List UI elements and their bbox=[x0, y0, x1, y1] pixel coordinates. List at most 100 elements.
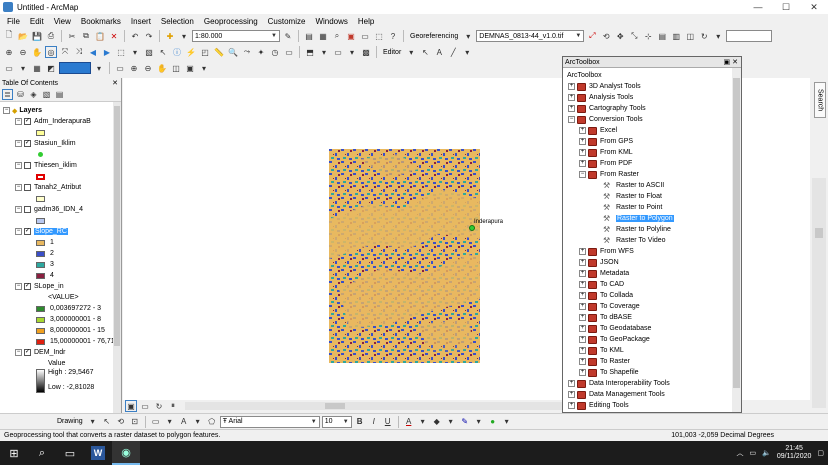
toolbox-root[interactable]: ArcToolbox bbox=[563, 70, 741, 81]
new-map-icon[interactable]: 🗋 bbox=[3, 30, 15, 42]
toolset-item[interactable]: + Data Interoperability Tools bbox=[563, 378, 741, 389]
edit-annotation-icon[interactable]: A bbox=[433, 46, 445, 58]
layer-checkbox[interactable] bbox=[24, 162, 31, 169]
shift-icon[interactable]: ✥ bbox=[614, 30, 626, 42]
layer-tanah[interactable]: − Tanah2_Atribut bbox=[0, 182, 121, 193]
layer-symbol[interactable] bbox=[0, 127, 121, 138]
chevron-down-icon[interactable]: ▾ bbox=[318, 46, 330, 58]
menu-file[interactable]: File bbox=[2, 17, 25, 26]
georeferencing-menu[interactable]: Georeferencing bbox=[408, 33, 460, 40]
expand-icon[interactable]: + bbox=[579, 138, 586, 145]
list-by-visibility-icon[interactable]: ◈ bbox=[28, 89, 39, 100]
font-combo[interactable]: Ŧ Arial ▼ bbox=[219, 415, 320, 428]
expand-icon[interactable]: + bbox=[579, 369, 586, 376]
chevron-down-icon[interactable]: ▾ bbox=[87, 416, 99, 428]
chevron-down-icon[interactable]: ▾ bbox=[178, 30, 190, 42]
georef-layer-combo[interactable]: DEMNAS_0813-44_v1.0.tif ▼ bbox=[476, 30, 585, 42]
create-viewer-icon[interactable]: ▭ bbox=[283, 46, 295, 58]
chevron-down-icon[interactable]: ▾ bbox=[461, 46, 473, 58]
legend-class[interactable]: 2 bbox=[0, 248, 121, 259]
legend-class[interactable]: 1 bbox=[0, 237, 121, 248]
collapse-icon[interactable]: − bbox=[15, 349, 22, 356]
map-vertical-scrollbar[interactable] bbox=[812, 178, 826, 408]
expand-icon[interactable]: + bbox=[579, 281, 586, 288]
collapse-icon[interactable]: − bbox=[15, 118, 22, 125]
font-color-icon[interactable]: A bbox=[403, 416, 415, 428]
forward-icon[interactable]: ▶ bbox=[101, 46, 113, 58]
restore-icon[interactable]: ▣ bbox=[724, 59, 731, 66]
chevron-up-icon[interactable]: ︿ bbox=[737, 448, 744, 458]
identify-icon[interactable]: ⓘ bbox=[171, 46, 183, 58]
search-window-icon[interactable]: ⌕ bbox=[331, 30, 343, 42]
edit-tool-icon[interactable]: ↖ bbox=[419, 46, 431, 58]
toolset-item[interactable]: + Data Management Tools bbox=[563, 389, 741, 400]
toolset-item[interactable]: + To CAD bbox=[563, 279, 741, 290]
menu-customize[interactable]: Customize bbox=[263, 17, 311, 26]
paste-icon[interactable]: 📋 bbox=[94, 30, 106, 42]
layer-symbol[interactable] bbox=[0, 171, 121, 182]
italic-icon[interactable]: I bbox=[368, 416, 380, 428]
copy-icon[interactable]: ⧉ bbox=[80, 30, 92, 42]
layers-root[interactable]: − ◆ Layers bbox=[0, 105, 121, 116]
layer-visibility-icon[interactable]: ▭ bbox=[3, 62, 15, 74]
measure-icon[interactable]: 📏 bbox=[213, 46, 225, 58]
expand-icon[interactable]: + bbox=[579, 270, 586, 277]
data-view-icon[interactable]: ▣ bbox=[125, 400, 137, 412]
fill-color-icon[interactable]: ◆ bbox=[431, 416, 443, 428]
pause-drawing-icon[interactable]: ⏸ bbox=[167, 400, 179, 412]
collapse-icon[interactable]: − bbox=[15, 140, 22, 147]
expand-icon[interactable]: + bbox=[579, 127, 586, 134]
expand-icon[interactable]: + bbox=[568, 83, 575, 90]
back-icon[interactable]: ◀ bbox=[87, 46, 99, 58]
rotate-icon[interactable]: ⟲ bbox=[115, 416, 127, 428]
full-extent-icon[interactable]: ◎ bbox=[45, 46, 57, 58]
layer-checkbox[interactable] bbox=[24, 184, 31, 191]
toolset-item[interactable]: +Geocoding Tools bbox=[563, 411, 741, 412]
layer-slope-in[interactable]: − ✓ SLope_in bbox=[0, 281, 121, 292]
windows-start-icon[interactable]: ⊞ bbox=[0, 441, 28, 465]
close-icon[interactable]: ✕ bbox=[112, 79, 121, 87]
layer-thiesen[interactable]: − Thiesen_iklim bbox=[0, 160, 121, 171]
menu-bookmarks[interactable]: Bookmarks bbox=[76, 17, 126, 26]
modelbuilder-icon[interactable]: ⬚ bbox=[373, 30, 385, 42]
chevron-down-icon[interactable]: ▾ bbox=[501, 416, 513, 428]
expand-icon[interactable]: + bbox=[568, 94, 575, 101]
chevron-down-icon[interactable]: ▾ bbox=[198, 62, 210, 74]
go-to-xy-icon[interactable]: ✦ bbox=[255, 46, 267, 58]
page-icon[interactable]: ▭ bbox=[114, 62, 126, 74]
add-data-icon[interactable]: ✚ bbox=[164, 30, 176, 42]
zoom-whole-page-icon[interactable]: ◫ bbox=[170, 62, 182, 74]
link-table-icon[interactable]: ▤ bbox=[656, 30, 668, 42]
marker-color-icon[interactable]: ● bbox=[487, 416, 499, 428]
chevron-down-icon[interactable]: ▾ bbox=[405, 46, 417, 58]
refresh-view-icon[interactable]: ↻ bbox=[153, 400, 165, 412]
time-slider-icon[interactable]: ◷ bbox=[269, 46, 281, 58]
volume-icon[interactable]: 🔈 bbox=[762, 449, 771, 457]
toolset-item[interactable]: + Metadata bbox=[563, 268, 741, 279]
search-icon[interactable]: ⌕ bbox=[28, 441, 56, 465]
select-elements-icon[interactable]: ↖ bbox=[101, 416, 113, 428]
underline-icon[interactable]: U bbox=[382, 416, 394, 428]
legend-class[interactable]: 3,000000001 - 8 bbox=[0, 314, 121, 325]
expand-icon[interactable]: + bbox=[579, 336, 586, 343]
collapse-icon[interactable]: − bbox=[15, 206, 22, 213]
layer-checkbox[interactable]: ✓ bbox=[24, 283, 31, 290]
collapse-icon[interactable]: − bbox=[3, 107, 10, 114]
editor-menu[interactable]: Editor bbox=[381, 49, 403, 56]
straight-segment-icon[interactable]: ╱ bbox=[447, 46, 459, 58]
toolbox-tool[interactable]: ⚒ Raster to ASCII bbox=[563, 180, 741, 191]
close-button[interactable]: ✕ bbox=[800, 0, 828, 14]
layer-symbol[interactable] bbox=[0, 149, 121, 160]
undo-icon[interactable]: ↶ bbox=[129, 30, 141, 42]
toolset-item[interactable]: + To Collada bbox=[563, 290, 741, 301]
layer-symbol[interactable] bbox=[0, 193, 121, 204]
chevron-down-icon[interactable]: ▾ bbox=[17, 62, 29, 74]
refresh-icon[interactable]: ↻ bbox=[698, 30, 710, 42]
station-point[interactable] bbox=[469, 225, 475, 231]
layer-dem[interactable]: − ✓ DEM_Indr bbox=[0, 347, 121, 358]
rectangle-icon[interactable]: ▭ bbox=[150, 416, 162, 428]
scale-tool-icon[interactable]: ⤡ bbox=[628, 30, 640, 42]
zoom-to-selected-icon[interactable]: ⊡ bbox=[129, 416, 141, 428]
help-icon[interactable]: ? bbox=[387, 30, 399, 42]
expand-icon[interactable]: + bbox=[579, 358, 586, 365]
